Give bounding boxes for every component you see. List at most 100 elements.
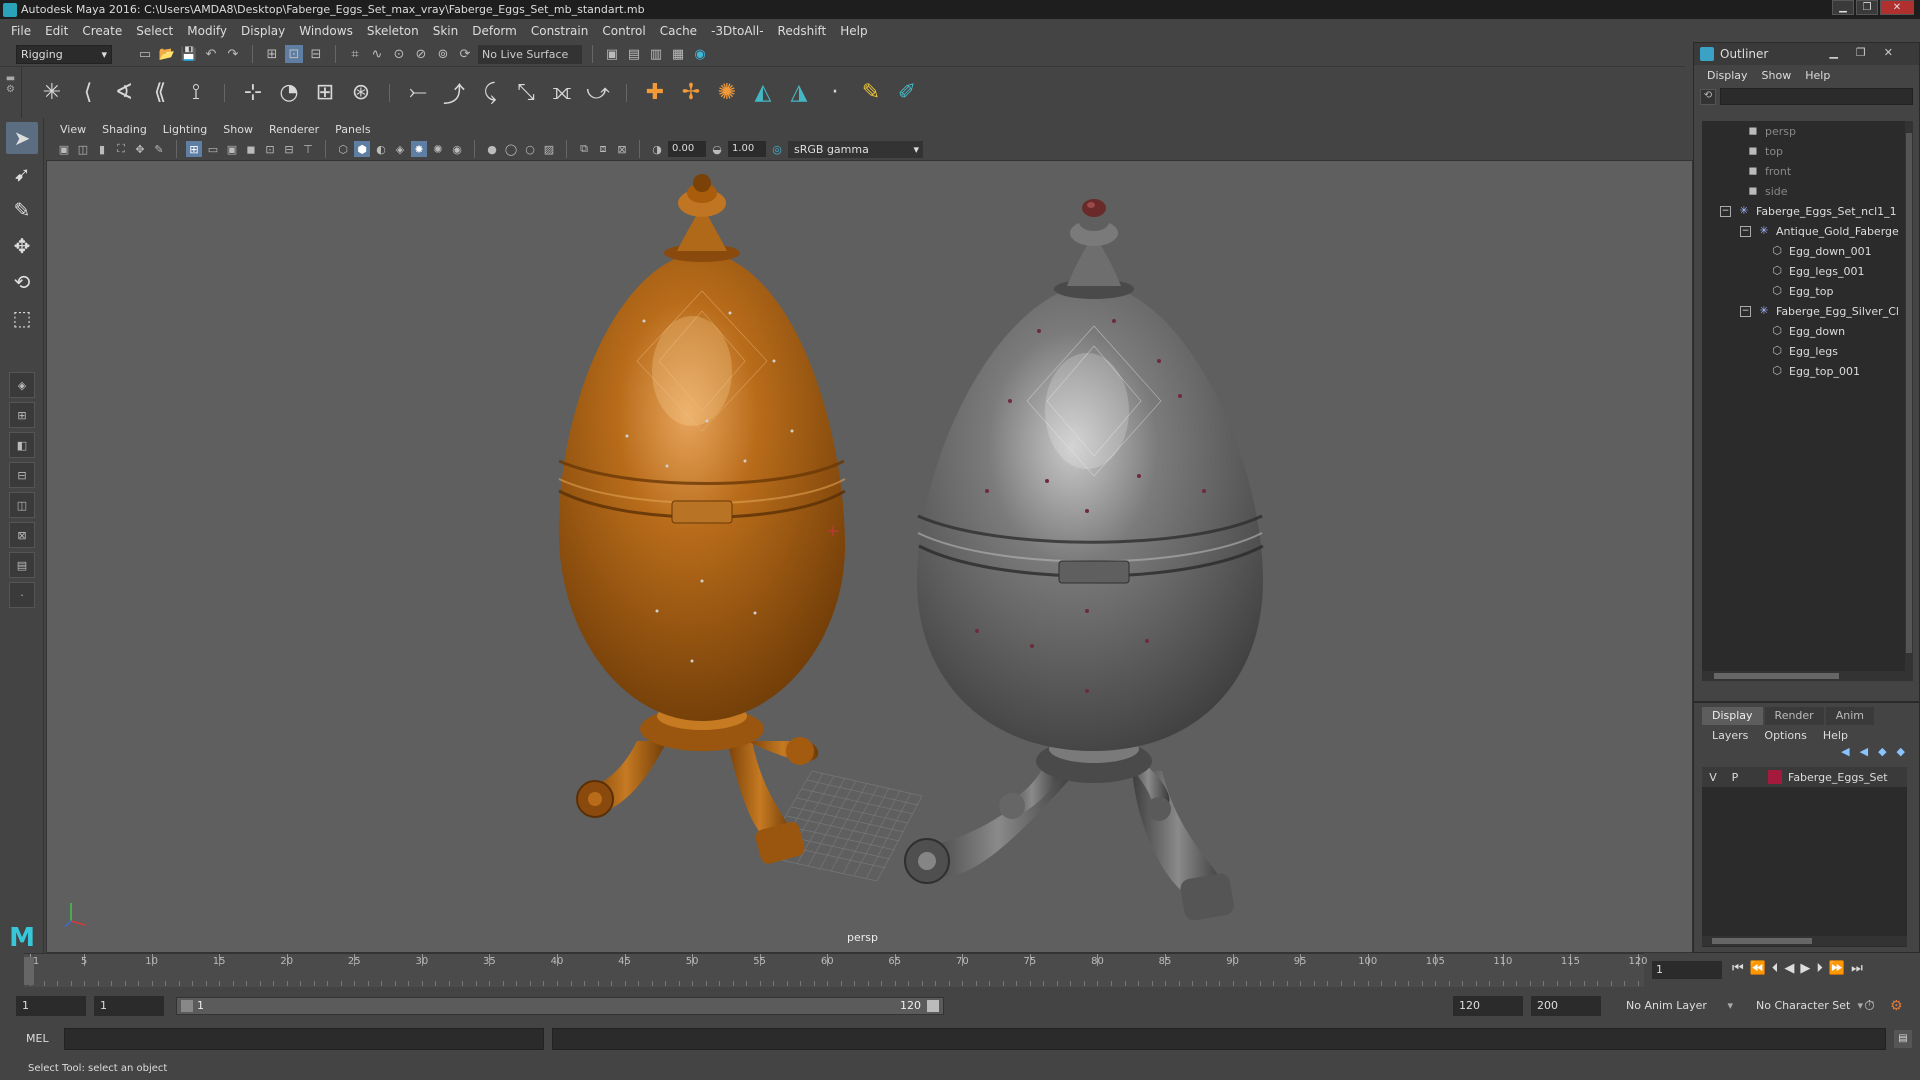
script-editor-icon[interactable]: ▤: [1894, 1030, 1912, 1048]
playback-end-field[interactable]: 120: [1453, 996, 1523, 1016]
outliner-item-antique-gold[interactable]: − ✳ Antique_Gold_Faberge: [1702, 221, 1907, 241]
gate-mask-icon[interactable]: ◼: [243, 141, 259, 157]
menu-skeleton[interactable]: Skeleton: [360, 24, 426, 38]
menu-file[interactable]: File: [4, 24, 38, 38]
outliner-menu-help[interactable]: Help: [1798, 69, 1837, 82]
menu-set-dropdown[interactable]: Rigging: [16, 44, 112, 64]
curve-control-icon[interactable]: ✢: [677, 79, 705, 107]
snap-grid-icon[interactable]: ⌗: [346, 45, 364, 63]
menu-constrain[interactable]: Constrain: [524, 24, 596, 38]
two-d-pan-icon[interactable]: ✥: [132, 141, 148, 157]
textured-icon[interactable]: ◈: [392, 141, 408, 157]
joint-tool-icon[interactable]: ✳: [38, 79, 66, 107]
play-backwards-icon[interactable]: ◀: [1784, 961, 1794, 976]
outliner-menu-display[interactable]: Display: [1700, 69, 1755, 82]
perspective-viewport[interactable]: persp: [46, 160, 1693, 953]
layer-color-swatch[interactable]: [1768, 770, 1782, 784]
outliner-item-egg-down[interactable]: ⬡ Egg_down: [1702, 321, 1907, 341]
go-to-end-icon[interactable]: ⏭: [1851, 961, 1863, 976]
outliner-item-faberge-egg-silver[interactable]: − ✳ Faberge_Egg_Silver_Cl: [1702, 301, 1907, 321]
image-plane-icon[interactable]: ⛶: [113, 141, 129, 157]
four-view-layout-icon[interactable]: ⊞: [9, 402, 35, 428]
layer-menu-help[interactable]: Help: [1815, 729, 1856, 742]
move-tool-icon[interactable]: ✥: [6, 230, 38, 262]
layer-menu-options[interactable]: Options: [1756, 729, 1814, 742]
wireframe-icon[interactable]: ⬡: [335, 141, 351, 157]
step-forward-frame-icon[interactable]: ⏩: [1829, 961, 1845, 976]
range-bar[interactable]: 1 120: [176, 997, 944, 1015]
outliner-filter-icon[interactable]: ⟲: [1700, 88, 1716, 105]
smooth-shade-icon[interactable]: ⬢: [354, 141, 370, 157]
viewport-menu-lighting[interactable]: Lighting: [155, 123, 215, 136]
step-forward-key-icon[interactable]: ⏵: [1816, 961, 1823, 976]
motion-blur-icon[interactable]: ●: [484, 141, 500, 157]
play-forwards-icon[interactable]: ▶: [1800, 961, 1810, 976]
outliner-horizontal-scrollbar[interactable]: [1702, 671, 1907, 681]
menu-help[interactable]: Help: [833, 24, 874, 38]
outliner-item-faberge-eggs-set[interactable]: − ✳ Faberge_Eggs_Set_ncl1_1: [1702, 201, 1907, 221]
menu-create[interactable]: Create: [75, 24, 129, 38]
depth-of-field-icon[interactable]: ○: [522, 141, 538, 157]
menu-edit[interactable]: Edit: [38, 24, 75, 38]
quick-rig-icon[interactable]: ◭: [749, 79, 777, 107]
xray-icon[interactable]: ⧉: [576, 141, 592, 157]
viewport-menu-view[interactable]: View: [52, 123, 94, 136]
timeline-ruler[interactable]: 1 5 10 15 20 25 30 35 40 45 50 55 60 65 70 75 80 85 90 95 10…: [24, 953, 1648, 987]
outliner-item-side[interactable]: ◼ side: [1702, 181, 1907, 201]
render-settings-icon[interactable]: ▥: [647, 45, 665, 63]
tab-anim[interactable]: Anim: [1825, 707, 1874, 725]
ambient-occlusion-icon[interactable]: ◉: [449, 141, 465, 157]
color-management-icon[interactable]: ◎: [769, 141, 785, 157]
collapse-toggle[interactable]: −: [1740, 225, 1751, 237]
xray-joints-icon[interactable]: ⧈: [595, 141, 611, 157]
step-back-key-icon[interactable]: ⏴: [1772, 961, 1779, 976]
snap-point-icon[interactable]: ⊙: [390, 45, 408, 63]
human-ik-icon[interactable]: ◮: [785, 79, 813, 107]
outliner-item-persp[interactable]: ◼ persp: [1702, 121, 1907, 141]
menu-skin[interactable]: Skin: [426, 24, 466, 38]
layer-row[interactable]: V P Faberge_Eggs_Set: [1702, 767, 1907, 787]
safe-action-icon[interactable]: ⊟: [281, 141, 297, 157]
isolate-select-icon[interactable]: ▨: [541, 141, 557, 157]
outliner-item-front[interactable]: ◼ front: [1702, 161, 1907, 181]
camera-icon[interactable]: ▣: [56, 141, 72, 157]
persp-graph-layout-icon[interactable]: ⊟: [9, 462, 35, 488]
layer-playback-toggle[interactable]: P: [1724, 771, 1746, 784]
collapse-toggle[interactable]: −: [1740, 305, 1751, 317]
character-set-dropdown[interactable]: No Character Set: [1752, 996, 1867, 1016]
ik-spline-icon[interactable]: ∢: [110, 79, 138, 107]
outliner-layout-icon[interactable]: ⊠: [9, 522, 35, 548]
animation-end-field[interactable]: 200: [1531, 996, 1601, 1016]
select-hierarchy-icon[interactable]: ⊞: [263, 45, 281, 63]
viewport-menu-renderer[interactable]: Renderer: [261, 123, 327, 136]
paint-skin-icon[interactable]: ✎: [857, 79, 885, 107]
wireframe-on-shaded-icon[interactable]: ◐: [373, 141, 389, 157]
new-layer-icon[interactable]: ◆: [1897, 745, 1905, 763]
paint-select-tool-icon[interactable]: ✎: [6, 194, 38, 226]
tab-display[interactable]: Display: [1702, 707, 1763, 725]
ipr-render-icon[interactable]: ▤: [625, 45, 643, 63]
auto-key-icon[interactable]: ⏱: [1864, 998, 1875, 1014]
make-live-icon[interactable]: ⟳: [456, 45, 474, 63]
live-surface-field[interactable]: No Live Surface: [478, 44, 582, 64]
outliner-item-egg-top-001[interactable]: ⬡ Egg_top_001: [1702, 361, 1907, 381]
bind-skin-icon[interactable]: ⊹: [239, 79, 267, 107]
snap-curve-icon[interactable]: ∿: [368, 45, 386, 63]
outliner-vertical-scrollbar[interactable]: [1905, 121, 1913, 681]
time-slider[interactable]: 1 5 10 15 20 25 30 35 40 45 50 55 60 65 70 75 80 85 90 95 10…: [0, 953, 1920, 987]
orient-constraint-icon[interactable]: ⤹: [476, 79, 504, 107]
gamma-field[interactable]: 1.00: [728, 141, 766, 157]
exposure-field[interactable]: 0.00: [668, 141, 706, 157]
snap-live-icon[interactable]: ⊚: [434, 45, 452, 63]
lasso-tool-icon[interactable]: ➹: [6, 158, 38, 190]
select-component-icon[interactable]: ⊟: [307, 45, 325, 63]
save-scene-icon[interactable]: 💾: [180, 45, 198, 63]
film-gate-icon[interactable]: ▭: [205, 141, 221, 157]
view-transform-dropdown[interactable]: sRGB gamma: [788, 140, 923, 158]
outliner-item-top[interactable]: ◼ top: [1702, 141, 1907, 161]
minimize-button[interactable]: ▁: [1832, 0, 1854, 15]
shadows-icon[interactable]: ✺: [430, 141, 446, 157]
use-all-lights-icon[interactable]: ✸: [411, 141, 427, 157]
layer-editor-scrollbar[interactable]: [1702, 936, 1907, 946]
anim-layer-dropdown[interactable]: No Anim Layer: [1622, 996, 1737, 1016]
